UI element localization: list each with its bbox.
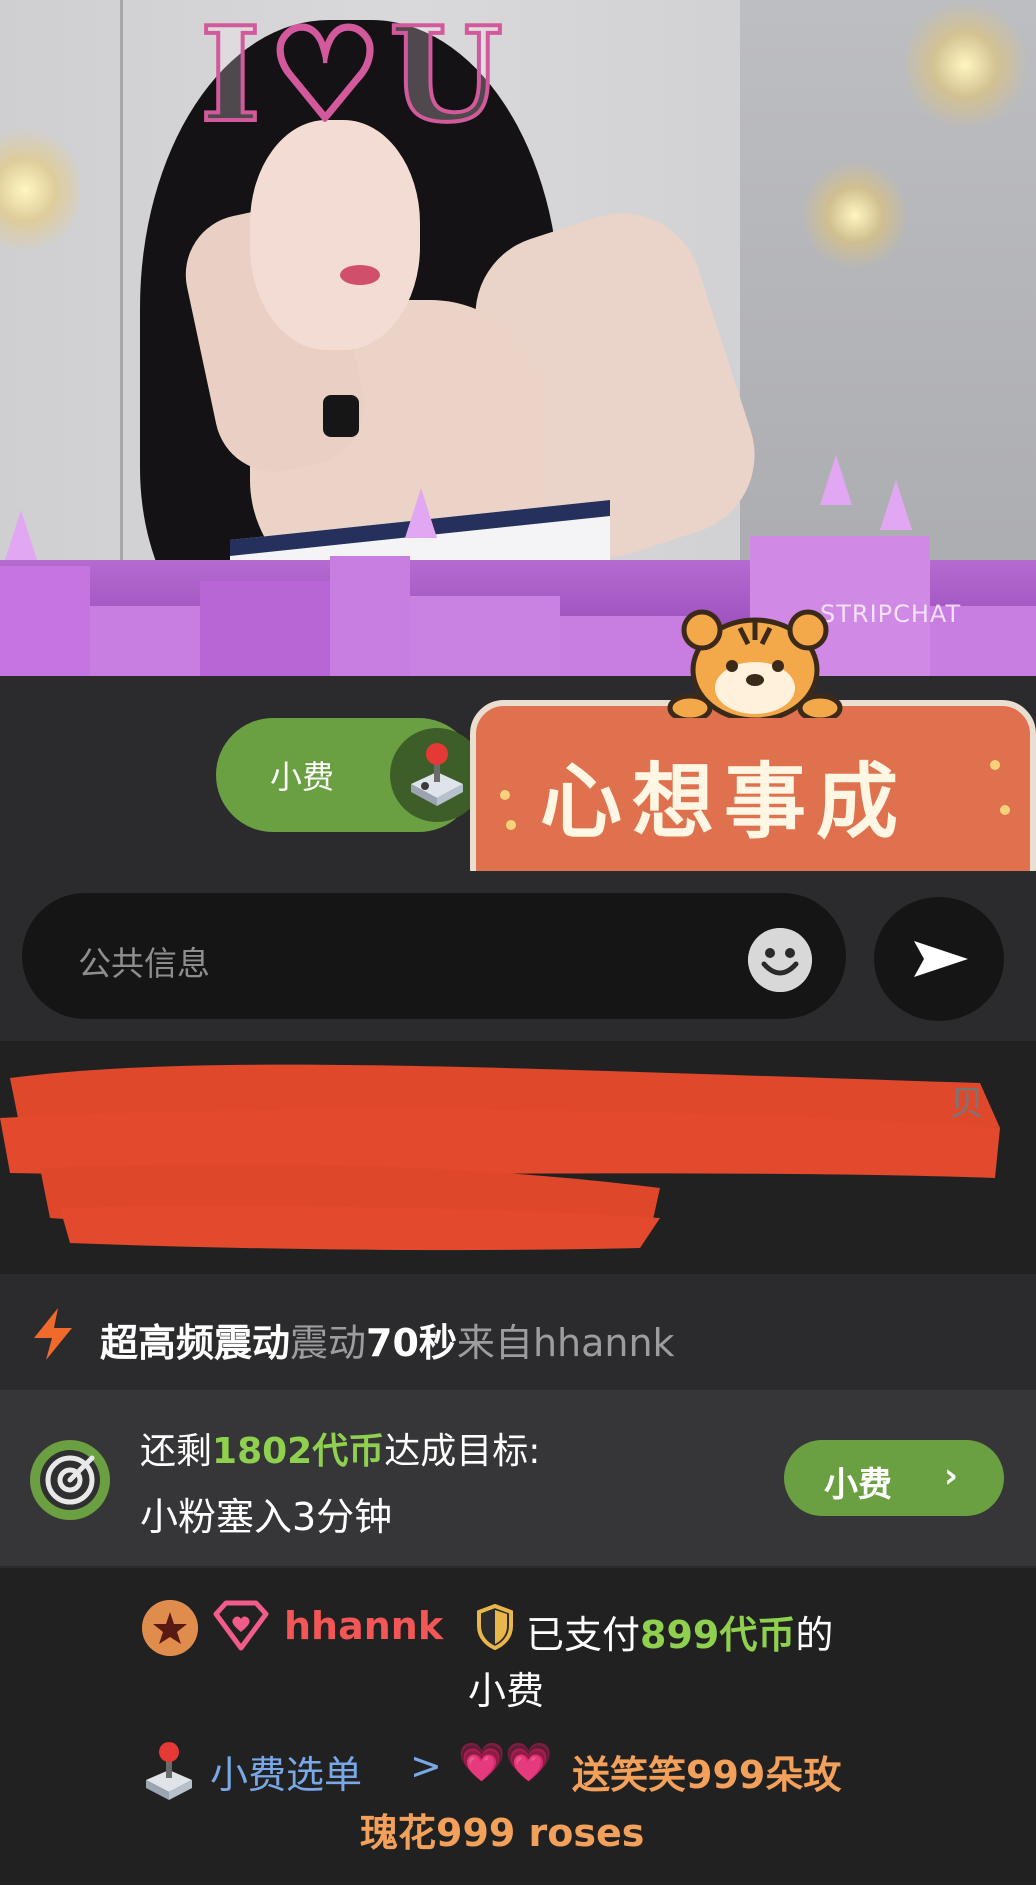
heart-icons: 💗💗 <box>458 1740 553 1784</box>
tip-menu-item-line1: 送笑笑999朵玫 <box>572 1753 842 1797</box>
vibration-level: 超高频震动 <box>100 1321 291 1365</box>
sticker-text: 心想事成 <box>540 755 909 850</box>
goal-description: 小粉塞入3分钟 <box>140 1495 393 1539</box>
joystick-icon <box>411 743 463 806</box>
sticker-dot <box>500 790 510 800</box>
sticker-dot <box>506 820 516 830</box>
live-video[interactable]: I♡U STRIPCHAT <box>0 0 1036 676</box>
goal-progress-text: 还剩1802代币达成目标: <box>140 1422 540 1474</box>
goal-suffix: 达成目标: <box>384 1431 541 1472</box>
firework-effect <box>900 0 1030 130</box>
video-background-pole <box>120 0 123 560</box>
diamond-heart-icon <box>213 1600 269 1651</box>
send-arrow-icon <box>914 941 968 977</box>
vibration-from: 来自 <box>456 1321 533 1365</box>
tip-menu-item-line2: 瑰花999 roses <box>360 1811 645 1855</box>
sticker-dot <box>1000 805 1010 815</box>
tiger-icon <box>667 609 843 718</box>
tip-paid-suffix: 的 <box>795 1613 834 1657</box>
tip-paid-text: 已支付899代币的 <box>526 1604 833 1659</box>
firework-effect <box>0 120 80 260</box>
star-badge-icon <box>142 1600 198 1656</box>
performer-face <box>250 120 420 350</box>
vibration-message: 超高频震动震动70秒来自hhannk <box>100 1312 675 1367</box>
goal-amount: 1802代币 <box>212 1431 385 1472</box>
sticker-dot <box>990 760 1000 770</box>
chevron-right-icon: > <box>410 1744 442 1788</box>
goal-prefix: 还剩 <box>140 1431 213 1472</box>
tip-paid-prefix: 已支付 <box>526 1613 641 1657</box>
goal-tip-button-label: 小费 <box>824 1465 892 1505</box>
vibration-user[interactable]: hhannk <box>533 1321 675 1365</box>
vibration-duration: 70秒 <box>366 1321 457 1365</box>
performer-mouth <box>340 265 380 285</box>
firework-effect <box>800 160 910 270</box>
target-icon <box>30 1440 110 1520</box>
tip-label: 小费 <box>468 1669 545 1713</box>
shield-icon <box>477 1604 513 1650</box>
goal-tip-button[interactable] <box>784 1440 1004 1516</box>
tip-menu-link[interactable]: 小费选单 <box>210 1744 362 1799</box>
tip-button-label: 小费 <box>270 758 335 796</box>
chevron-right-icon: › <box>944 1456 959 1496</box>
lightning-icon <box>34 1308 72 1360</box>
joystick-icon <box>146 1742 192 1800</box>
smiley-icon[interactable] <box>748 928 812 992</box>
vibration-action: 震动 <box>290 1321 367 1365</box>
redaction-scribble <box>0 1064 1000 1251</box>
tipper-username[interactable]: hhannk <box>284 1604 443 1648</box>
love-overlay-text: I♡U <box>198 0 509 152</box>
chat-hidden-glyph: 贝 <box>950 1084 984 1124</box>
tip-paid-amount: 899代币 <box>640 1613 796 1657</box>
message-placeholder: 公共信息 <box>78 944 210 983</box>
lapel-mic <box>323 395 359 437</box>
